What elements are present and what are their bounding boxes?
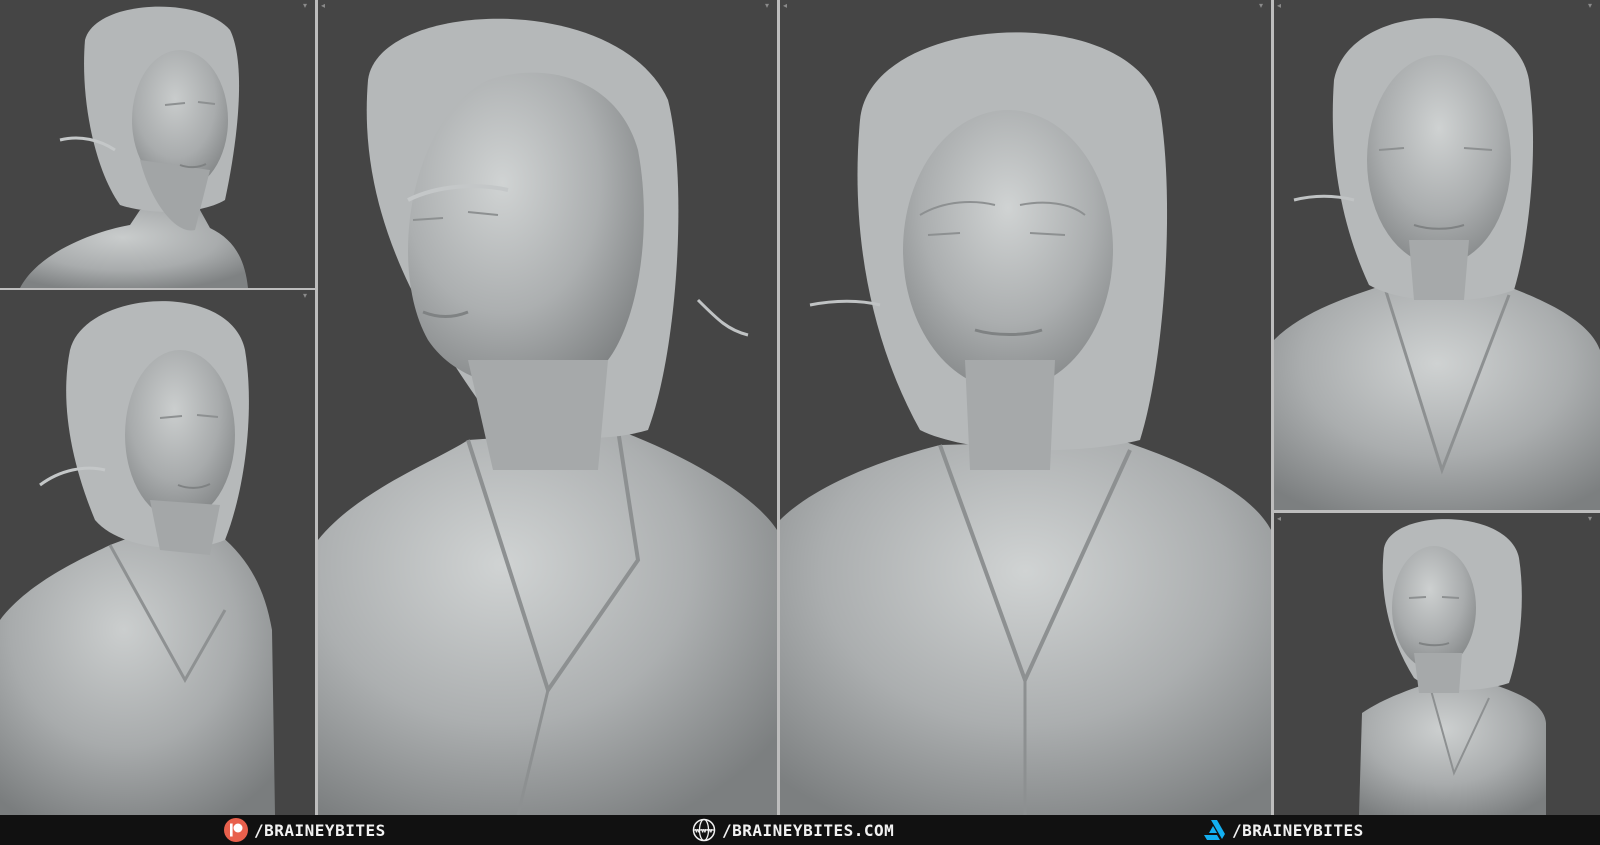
viewport-bottom-left[interactable]: ▾ (0, 290, 315, 815)
divider-vertical-3 (1271, 0, 1274, 815)
artstation-icon (1204, 820, 1225, 840)
sculpt-bust-image (20, 6, 248, 288)
viewport-menu-icon[interactable]: ◂ (321, 2, 329, 10)
viewport-top-right[interactable]: ◂ ▾ (1274, 0, 1600, 510)
divider-vertical-1 (315, 0, 318, 815)
svg-text:www: www (695, 828, 713, 835)
viewport-menu-icon[interactable]: ◂ (1277, 2, 1285, 10)
patreon-icon (224, 818, 248, 842)
divider-horizontal-left (0, 288, 315, 290)
viewport-menu-icon[interactable]: ▾ (303, 2, 311, 10)
viewport-bottom-right[interactable]: ◂ ▾ (1274, 513, 1600, 815)
viewport-menu-icon[interactable]: ▾ (765, 2, 773, 10)
artstation-link[interactable]: /BRAINEYBITES (1202, 817, 1364, 843)
viewport-top-left[interactable]: ▾ (0, 0, 315, 288)
sculpt-bust-image (1274, 18, 1600, 510)
patreon-link[interactable]: /BRAINEYBITES (224, 817, 386, 843)
viewport-menu-icon[interactable]: ▾ (303, 292, 311, 300)
viewport-menu-icon[interactable]: ▾ (1588, 2, 1596, 10)
globe-icon: www (692, 818, 716, 842)
viewport-menu-icon[interactable]: ▾ (1259, 2, 1267, 10)
divider-horizontal-right (1274, 510, 1600, 513)
website-label: /BRAINEYBITES.COM (722, 820, 895, 840)
viewport-menu-icon[interactable]: ◂ (1277, 515, 1285, 523)
viewport-center-left[interactable]: ◂ ▾ (318, 0, 777, 815)
sculpt-bust-image (0, 301, 275, 815)
website-link[interactable]: www /BRAINEYBITES.COM (692, 817, 894, 843)
artstation-label: /BRAINEYBITES (1232, 820, 1364, 840)
sculpt-bust-image (318, 18, 777, 815)
viewport-menu-icon[interactable]: ◂ (783, 2, 791, 10)
footer-bar: /BRAINEYBITES www /BRAINEYBITES.COM /BRA… (0, 815, 1600, 845)
sculpt-bust-image (780, 32, 1271, 815)
patreon-label: /BRAINEYBITES (254, 820, 386, 840)
viewport-center-right[interactable]: ◂ ▾ (780, 0, 1271, 815)
divider-vertical-2 (777, 0, 780, 815)
viewport-menu-icon[interactable]: ▾ (1588, 515, 1596, 523)
sculpt-bust-image (1359, 519, 1546, 815)
